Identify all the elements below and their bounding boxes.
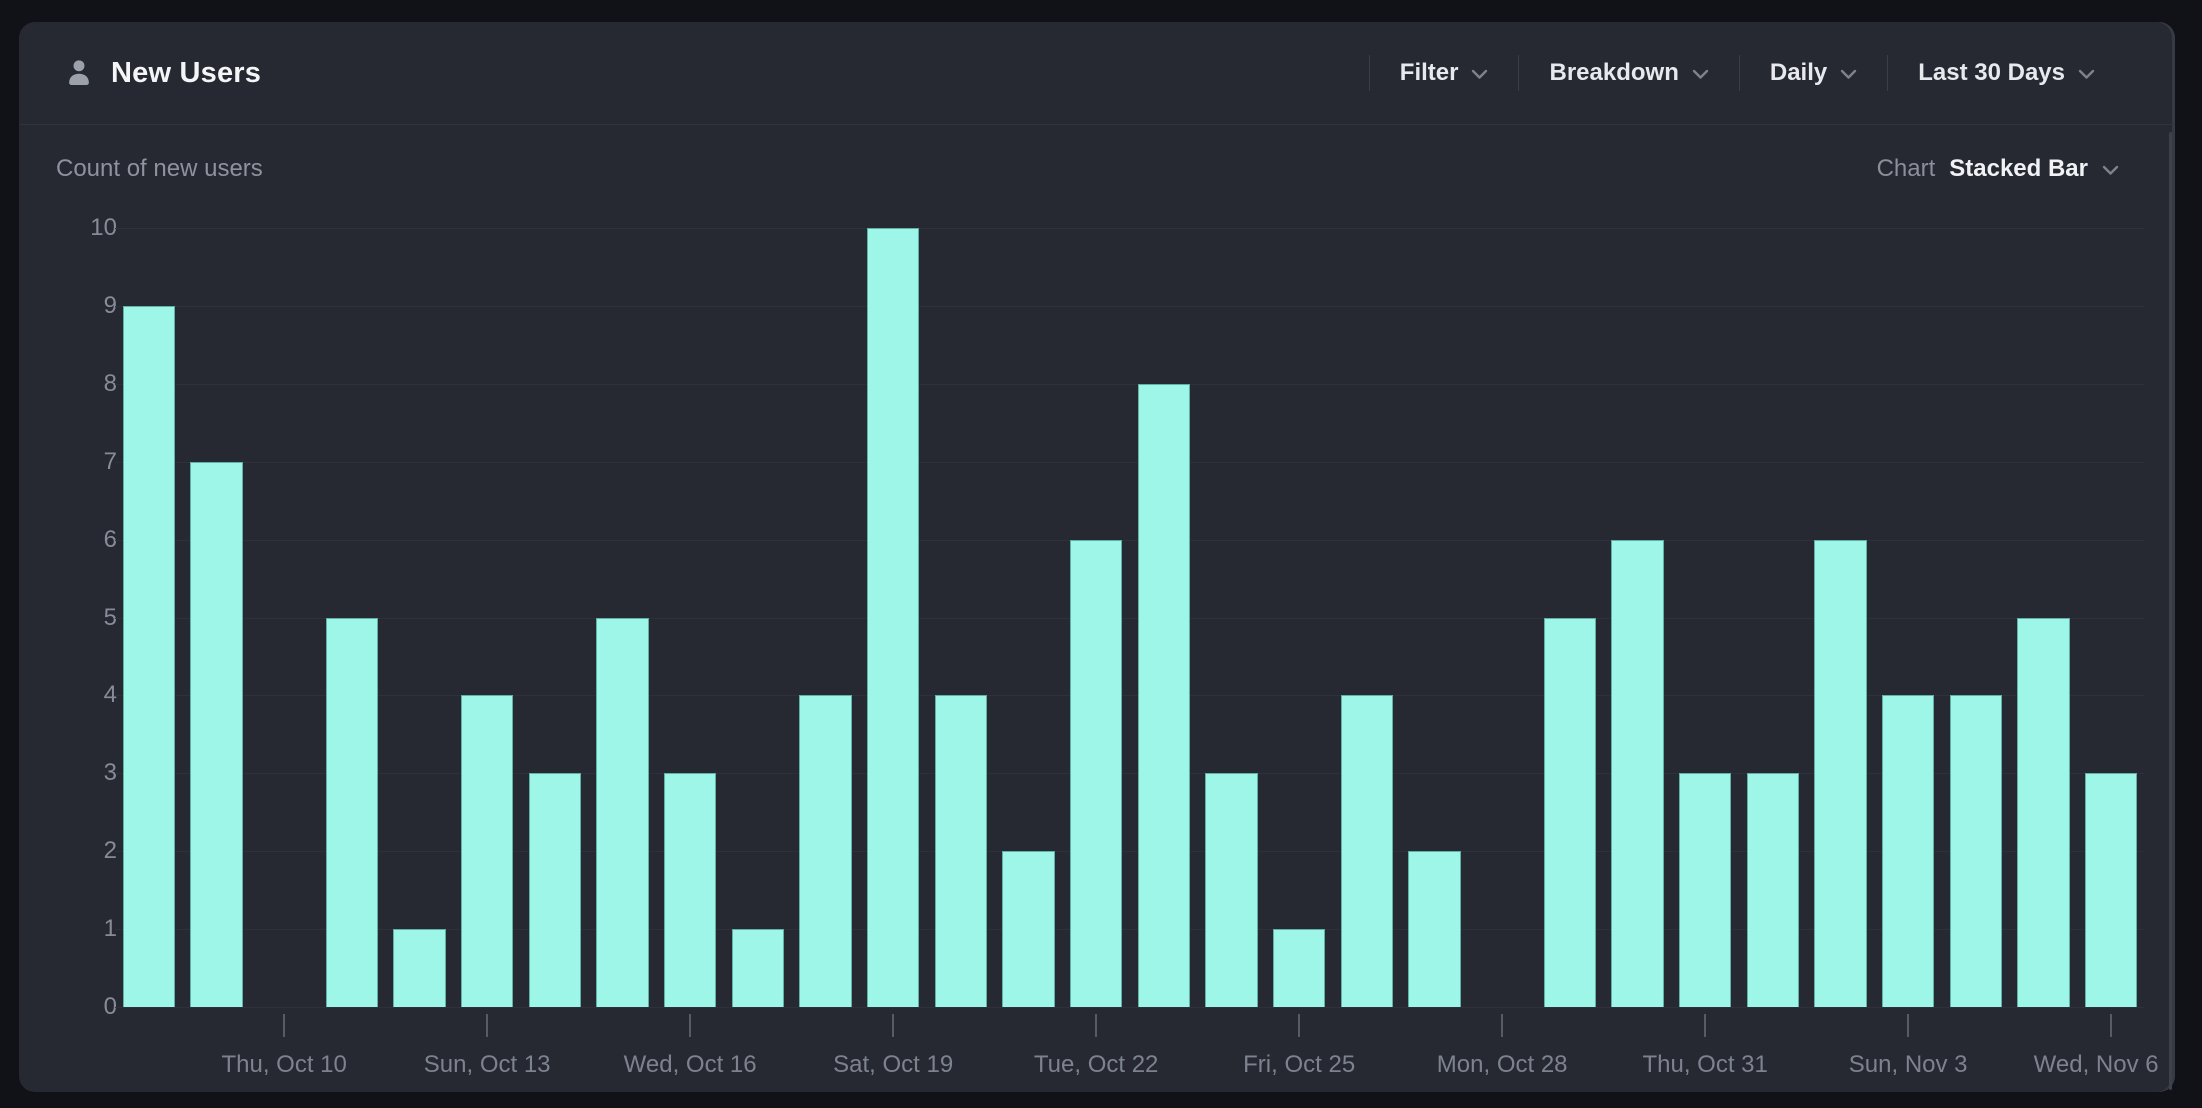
bar[interactable] bbox=[1747, 773, 1799, 1007]
bar-slot[interactable] bbox=[589, 228, 657, 1007]
bar-slot[interactable] bbox=[183, 228, 251, 1007]
bar-slot[interactable] bbox=[1333, 228, 1401, 1007]
x-axis-tick-label: Fri, Oct 25 bbox=[1243, 1051, 1355, 1079]
bar-slot[interactable] bbox=[250, 228, 318, 1007]
bar-slot[interactable] bbox=[1401, 228, 1469, 1007]
bar[interactable] bbox=[664, 773, 716, 1007]
scrollbar[interactable] bbox=[2169, 132, 2172, 1090]
bar-slot[interactable] bbox=[453, 228, 521, 1007]
bar-slot[interactable] bbox=[1671, 228, 1739, 1007]
bar-slot[interactable] bbox=[927, 228, 995, 1007]
x-axis-tick-label: Thu, Oct 10 bbox=[221, 1051, 346, 1079]
plot-area bbox=[115, 228, 2145, 1007]
bar[interactable] bbox=[190, 462, 242, 1007]
x-axis-tick bbox=[1095, 1014, 1097, 1037]
bar[interactable] bbox=[393, 929, 445, 1007]
x-axis-tick bbox=[283, 1014, 285, 1037]
bar[interactable] bbox=[1273, 929, 1325, 1007]
bar[interactable] bbox=[1882, 695, 1934, 1007]
x-axis-tick bbox=[1501, 1014, 1503, 1037]
bar-slot[interactable] bbox=[656, 228, 724, 1007]
bar[interactable] bbox=[326, 618, 378, 1008]
new-users-widget: New Users Filter Breakdown Daily bbox=[19, 22, 2175, 1092]
x-axis-tick-label: Sun, Nov 3 bbox=[1849, 1051, 1968, 1079]
bar-slot[interactable] bbox=[1604, 228, 1672, 1007]
x-axis-tick-label: Sun, Oct 13 bbox=[424, 1051, 551, 1079]
bar-slot[interactable] bbox=[115, 228, 183, 1007]
bar-slot[interactable] bbox=[792, 228, 860, 1007]
x-axis-tick-label: Sat, Oct 19 bbox=[833, 1051, 953, 1079]
bar[interactable] bbox=[1138, 384, 1190, 1007]
bar-slot[interactable] bbox=[1130, 228, 1198, 1007]
bar-slot[interactable] bbox=[859, 228, 927, 1007]
bar-slot[interactable] bbox=[2010, 228, 2078, 1007]
bar-series bbox=[115, 228, 2145, 1007]
bar[interactable] bbox=[1341, 695, 1393, 1007]
bar[interactable] bbox=[1679, 773, 1731, 1007]
bar-slot[interactable] bbox=[1807, 228, 1875, 1007]
bar[interactable] bbox=[596, 618, 648, 1008]
x-axis-tick bbox=[892, 1014, 894, 1037]
x-axis: Thu, Oct 10 Sun, Oct 13 Wed, Oct 16 Sat, Oc… bbox=[115, 1007, 2145, 1097]
bar[interactable] bbox=[799, 695, 851, 1007]
bar-slot[interactable] bbox=[2077, 228, 2145, 1007]
x-axis-tick-label: Thu, Oct 31 bbox=[1642, 1051, 1767, 1079]
bar[interactable] bbox=[732, 929, 784, 1007]
bar-slot[interactable] bbox=[995, 228, 1063, 1007]
bar[interactable] bbox=[1070, 540, 1122, 1007]
bar[interactable] bbox=[1205, 773, 1257, 1007]
x-axis-tick bbox=[689, 1014, 691, 1037]
bar[interactable] bbox=[867, 228, 919, 1007]
chart-region: 012345678910 Thu, Oct 10 Sun, Oct 13 Wed, … bbox=[19, 22, 2175, 1092]
x-axis-tick-label: Tue, Oct 22 bbox=[1034, 1051, 1159, 1079]
bar-slot[interactable] bbox=[724, 228, 792, 1007]
bar-slot[interactable] bbox=[1942, 228, 2010, 1007]
x-axis-tick bbox=[2110, 1014, 2112, 1037]
bar-slot[interactable] bbox=[521, 228, 589, 1007]
bar-slot[interactable] bbox=[1874, 228, 1942, 1007]
bar[interactable] bbox=[935, 695, 987, 1007]
bar[interactable] bbox=[2017, 618, 2069, 1008]
bar-slot[interactable] bbox=[1265, 228, 1333, 1007]
x-axis-tick-label: Wed, Nov 6 bbox=[2034, 1051, 2159, 1079]
y-axis-tick-label: 10 bbox=[90, 214, 117, 242]
bar-slot[interactable] bbox=[386, 228, 454, 1007]
bar-slot[interactable] bbox=[1062, 228, 1130, 1007]
bar[interactable] bbox=[1950, 695, 2002, 1007]
bar[interactable] bbox=[461, 695, 513, 1007]
y-axis-labels: 012345678910 bbox=[39, 228, 117, 1007]
bar[interactable] bbox=[123, 306, 175, 1007]
bar[interactable] bbox=[529, 773, 581, 1007]
x-axis-tick-label: Wed, Oct 16 bbox=[624, 1051, 757, 1079]
x-axis-tick bbox=[1298, 1014, 1300, 1037]
bar[interactable] bbox=[1611, 540, 1663, 1007]
bar[interactable] bbox=[2085, 773, 2137, 1007]
x-axis-tick bbox=[1704, 1014, 1706, 1037]
bar[interactable] bbox=[1814, 540, 1866, 1007]
bar-slot[interactable] bbox=[1468, 228, 1536, 1007]
bar[interactable] bbox=[1544, 618, 1596, 1008]
x-axis-tick-label: Mon, Oct 28 bbox=[1437, 1051, 1568, 1079]
x-axis-tick bbox=[1907, 1014, 1909, 1037]
bar-slot[interactable] bbox=[1536, 228, 1604, 1007]
bar[interactable] bbox=[1002, 851, 1054, 1007]
bar-slot[interactable] bbox=[318, 228, 386, 1007]
x-axis-tick bbox=[486, 1014, 488, 1037]
bar[interactable] bbox=[1408, 851, 1460, 1007]
bar-slot[interactable] bbox=[1198, 228, 1266, 1007]
bar-slot[interactable] bbox=[1739, 228, 1807, 1007]
